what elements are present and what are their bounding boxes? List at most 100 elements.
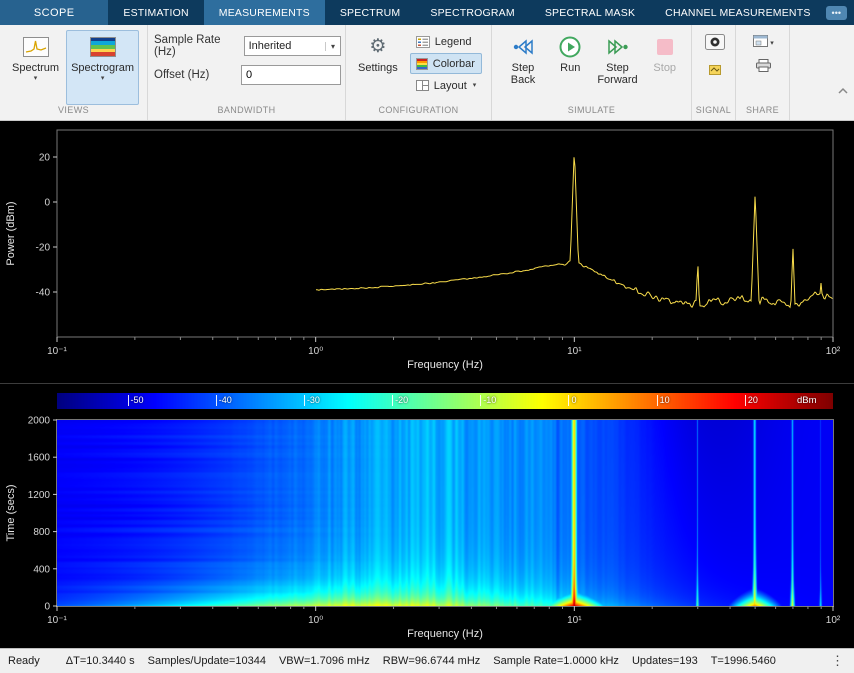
section-signal: SIGNAL	[692, 25, 736, 120]
toolstrip-filler	[790, 25, 854, 120]
status-bar: Ready ΔT=10.3440 s Samples/Update=10344 …	[0, 648, 854, 673]
status-item: Samples/Update=10344	[148, 655, 266, 667]
tab-measurements[interactable]: MEASUREMENTS	[204, 0, 325, 25]
colorbar	[57, 393, 833, 409]
svg-text:1600: 1600	[28, 453, 51, 464]
stop-button[interactable]: Stop	[644, 30, 687, 105]
step-back-label: Step Back	[503, 62, 543, 86]
section-views: Spectrum ▾ Spectrogram ▾ VIEWS	[0, 25, 148, 120]
svg-text:Frequency (Hz): Frequency (Hz)	[407, 628, 483, 640]
section-label-signal: SIGNAL	[692, 105, 735, 120]
svg-text:-40: -40	[36, 288, 51, 299]
status-ready: Ready	[0, 655, 40, 667]
tab-scope[interactable]: SCOPE	[0, 0, 108, 25]
chevron-down-icon: ▾	[101, 75, 105, 83]
tab-spectrogram[interactable]: SPECTROGRAM	[415, 0, 529, 25]
chevron-down-icon: ▾	[770, 40, 774, 48]
sample-rate-combobox[interactable]: Inherited ▾	[244, 36, 341, 56]
status-items: ΔT=10.3440 s Samples/Update=10344 VBW=1.…	[66, 655, 776, 667]
section-label-bandwidth: BANDWIDTH	[148, 105, 345, 120]
spectrum-analyzer-window: SCOPE ESTIMATION MEASUREMENTS SPECTRUM S…	[0, 0, 854, 673]
offset-input[interactable]	[241, 65, 341, 85]
svg-text:10⁰: 10⁰	[308, 346, 323, 357]
svg-text:400: 400	[33, 564, 50, 575]
toolstrip: Spectrum ▾ Spectrogram ▾ VIEWS Sample Ra…	[0, 25, 854, 121]
svg-text:10⁰: 10⁰	[308, 615, 323, 626]
section-configuration: ⚙ Settings Legend Colorbar	[346, 25, 492, 120]
svg-text:10⁻¹: 10⁻¹	[47, 615, 67, 626]
spectrum-view-icon	[23, 34, 49, 60]
svg-text:10⁻¹: 10⁻¹	[47, 346, 67, 357]
tab-spectrum[interactable]: SPECTRUM	[325, 0, 416, 25]
signal-generator-icon[interactable]	[709, 62, 721, 80]
svg-text:0: 0	[44, 602, 50, 613]
step-back-button[interactable]: Step Back	[499, 30, 547, 105]
tab-bar: SCOPE ESTIMATION MEASUREMENTS SPECTRUM S…	[0, 0, 854, 25]
spectrum-view-button[interactable]: Spectrum ▾	[7, 30, 64, 105]
spectrum-view-label: Spectrum	[12, 62, 59, 74]
legend-toggle[interactable]: Legend	[410, 31, 483, 52]
status-menu-icon[interactable]: ⋮	[821, 653, 854, 669]
sample-rate-value: Inherited	[245, 40, 325, 52]
step-forward-icon	[607, 34, 629, 60]
spectrogram-view-button[interactable]: Spectrogram ▾	[66, 30, 139, 105]
legend-icon	[416, 36, 430, 48]
svg-text:1200: 1200	[28, 490, 51, 501]
section-simulate: Step Back Run Step Forward	[492, 25, 692, 120]
svg-text:10²: 10²	[826, 346, 841, 357]
spectrogram-display: dBm -50-40-30-20-1001020 040080012001600…	[0, 383, 854, 648]
section-share: ▾ SHARE	[736, 25, 790, 120]
print-button[interactable]	[756, 59, 771, 77]
stop-label: Stop	[653, 62, 676, 74]
tab-estimation[interactable]: ESTIMATION	[108, 0, 203, 25]
step-back-icon	[512, 34, 534, 60]
status-item: RBW=96.6744 mHz	[383, 655, 481, 667]
settings-label: Settings	[358, 62, 398, 74]
copy-display-button[interactable]: ▾	[753, 34, 774, 52]
section-label-share: SHARE	[736, 105, 789, 120]
run-button[interactable]: Run	[549, 30, 592, 105]
spectrum-plot[interactable]: 200-20-4010⁻¹10⁰10¹10²Frequency (Hz)Powe…	[0, 121, 854, 383]
status-item: Updates=193	[632, 655, 698, 667]
sample-rate-label: Sample Rate (Hz)	[154, 34, 244, 58]
svg-text:Power (dBm): Power (dBm)	[5, 201, 17, 265]
legend-label: Legend	[435, 36, 472, 48]
svg-text:10¹: 10¹	[567, 615, 582, 626]
spectrogram-heatmap[interactable]	[57, 420, 833, 606]
layout-button[interactable]: Layout ▾	[410, 75, 483, 96]
svg-text:-20: -20	[36, 243, 51, 254]
status-item: VBW=1.7096 mHz	[279, 655, 370, 667]
chevron-down-icon: ▾	[34, 75, 38, 83]
settings-button[interactable]: ⚙ Settings	[353, 30, 403, 105]
tabbar-overflow-button[interactable]: •••	[826, 6, 847, 20]
offset-label: Offset (Hz)	[154, 69, 241, 81]
run-icon	[558, 34, 582, 60]
run-label: Run	[560, 62, 580, 74]
colorbar-toggle[interactable]: Colorbar	[410, 53, 483, 74]
svg-text:20: 20	[39, 153, 51, 164]
svg-text:0: 0	[44, 198, 50, 209]
tab-channel-measurements[interactable]: CHANNEL MEASUREMENTS	[650, 0, 825, 25]
step-forward-button[interactable]: Step Forward	[594, 30, 642, 105]
status-item: T=1996.5460	[711, 655, 776, 667]
section-label-configuration: CONFIGURATION	[346, 105, 491, 120]
copy-display-icon	[753, 34, 768, 52]
chevron-down-icon: ▾	[325, 42, 340, 51]
spectrum-display: 200-20-4010⁻¹10⁰10¹10²Frequency (Hz)Powe…	[0, 121, 854, 383]
section-bandwidth: Sample Rate (Hz) Inherited ▾ Offset (Hz)…	[148, 25, 346, 120]
svg-text:800: 800	[33, 527, 50, 538]
chevron-down-icon: ▾	[473, 82, 477, 90]
layout-label: Layout	[434, 80, 467, 92]
spectrogram-view-icon	[90, 34, 116, 60]
svg-text:10¹: 10¹	[567, 346, 582, 357]
spectrogram-view-label: Spectrogram	[71, 62, 134, 74]
tab-spectral-mask[interactable]: SPECTRAL MASK	[530, 0, 650, 25]
toolstrip-collapse-icon[interactable]	[837, 82, 849, 100]
svg-text:10²: 10²	[826, 615, 841, 626]
section-label-views: VIEWS	[0, 105, 147, 120]
section-label-simulate: SIMULATE	[492, 105, 691, 120]
step-forward-label: Step Forward	[596, 62, 640, 86]
signal-scope-icon[interactable]	[705, 34, 725, 55]
svg-text:Time (secs): Time (secs)	[5, 484, 17, 541]
status-item: ΔT=10.3440 s	[66, 655, 135, 667]
